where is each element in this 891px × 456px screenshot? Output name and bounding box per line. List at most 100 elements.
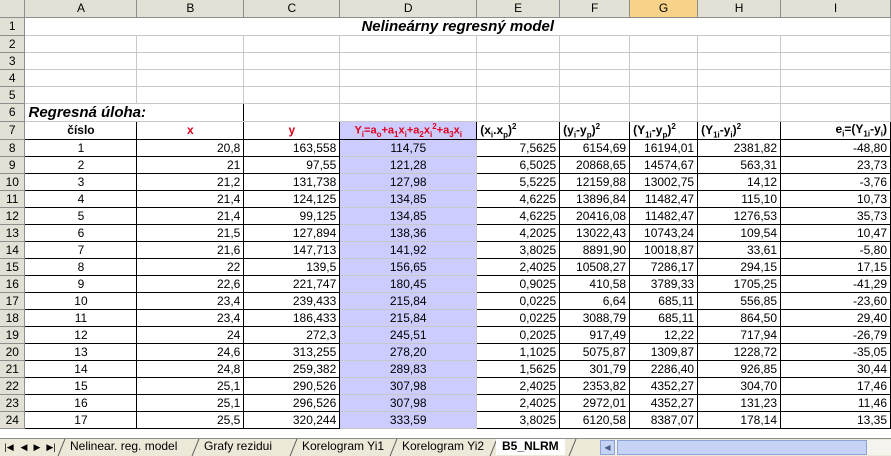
cell-xi-xp[interactable]: 1,1025 [476,342,561,361]
cell-y[interactable]: 259,382 [243,359,341,378]
cell-model[interactable]: 289,83 [339,360,478,378]
cell-x[interactable]: 21,4 [136,206,245,225]
cell-y1i-yp[interactable]: 685,11 [629,291,699,310]
cell-y1i-yi[interactable]: 1276,53 [697,206,782,225]
cell-b5[interactable] [136,86,245,104]
header-y1i-yi[interactable]: (Y1i-yi)2 [697,120,782,140]
cell-model[interactable]: 134,85 [339,207,478,225]
cell-yi-yp[interactable]: 6120,58 [559,410,631,429]
header-cislo[interactable]: číslo [24,120,138,140]
cell-residual[interactable]: 29,40 [780,308,891,327]
cell-yi-yp[interactable]: 8891,90 [559,240,631,259]
cell-cislo[interactable]: 6 [24,223,138,242]
cell-y[interactable]: 97,55 [243,155,341,174]
cell-x[interactable]: 22,6 [136,274,245,293]
row-header-24[interactable]: 24 [0,411,26,429]
cell-x[interactable]: 24,8 [136,359,245,378]
cell-residual[interactable]: -48,80 [780,138,891,157]
cell-model[interactable]: 114,75 [339,139,478,157]
horizontal-scrollbar[interactable]: ◀ [600,440,891,455]
cell-c4[interactable] [243,69,341,87]
cell-y1i-yi[interactable]: 563,31 [697,155,782,174]
column-header-d[interactable]: D [339,0,478,18]
cell-cislo[interactable]: 11 [24,308,138,327]
cell-h5[interactable] [697,86,782,104]
column-header-e[interactable]: E [476,0,561,18]
cell-xi-xp[interactable]: 0,9025 [476,274,561,293]
cell-y1i-yi[interactable]: 131,23 [697,393,782,412]
row-header-17[interactable]: 17 [0,292,26,310]
cell-a4[interactable] [24,69,138,87]
cell-y[interactable]: 139,5 [243,257,341,276]
cell-cislo[interactable]: 12 [24,325,138,344]
cell-d3[interactable] [339,52,478,70]
row-header-11[interactable]: 11 [0,190,26,208]
cell-y1i-yp[interactable]: 10743,24 [629,223,699,242]
row-header-10[interactable]: 10 [0,173,26,191]
cell-y1i-yp[interactable]: 8387,07 [629,410,699,429]
row-header-22[interactable]: 22 [0,377,26,395]
cell-i6[interactable] [780,103,891,122]
row-header-3[interactable]: 3 [0,52,26,70]
cell-yi-yp[interactable]: 2353,82 [559,376,631,395]
column-header-c[interactable]: C [243,0,341,18]
cell-y1i-yp[interactable]: 2286,40 [629,359,699,378]
scroll-thumb[interactable] [617,440,867,455]
cell-model[interactable]: 141,92 [339,241,478,259]
cell-g5[interactable] [629,86,699,104]
cell-y1i-yi[interactable]: 1705,25 [697,274,782,293]
cell-x[interactable]: 24 [136,325,245,344]
cell-yi-yp[interactable]: 13896,84 [559,189,631,208]
cell-yi-yp[interactable]: 13022,43 [559,223,631,242]
cell-model[interactable]: 127,98 [339,173,478,191]
cell-y1i-yp[interactable]: 11482,47 [629,189,699,208]
sheet-tab-3[interactable]: Korelogram Yi1 [296,439,390,455]
header-y1i-yp[interactable]: (Y1i-yp)2 [629,120,699,140]
row-header-21[interactable]: 21 [0,360,26,378]
cell-xi-xp[interactable]: 2,4025 [476,376,561,395]
cell-xi-xp[interactable]: 4,2025 [476,223,561,242]
header-residual[interactable]: ei=(Y1i-yi) [780,120,891,140]
cell-i3[interactable] [780,52,891,70]
cell-e4[interactable] [476,69,561,87]
cell-model[interactable]: 180,45 [339,275,478,293]
cell-model[interactable]: 138,36 [339,224,478,242]
cell-d6[interactable] [339,103,478,122]
cell-y1i-yp[interactable]: 7286,17 [629,257,699,276]
cell-x[interactable]: 21 [136,155,245,174]
cell-e5[interactable] [476,86,561,104]
cell-h2[interactable] [697,35,782,53]
cell-i5[interactable] [780,86,891,104]
cell-f2[interactable] [559,35,631,53]
cell-residual[interactable]: -3,76 [780,172,891,191]
sheet-tab-5[interactable]: B5_NLRM [496,439,565,455]
cell-xi-xp[interactable]: 1,5625 [476,359,561,378]
row-header-18[interactable]: 18 [0,309,26,327]
cell-h3[interactable] [697,52,782,70]
cell-residual[interactable]: 10,73 [780,189,891,208]
cell-cislo[interactable]: 5 [24,206,138,225]
cell-y[interactable]: 99,125 [243,206,341,225]
prev-sheet-icon[interactable]: ◀ [18,441,30,453]
cell-yi-yp[interactable]: 301,79 [559,359,631,378]
row-header-15[interactable]: 15 [0,258,26,276]
row-header-13[interactable]: 13 [0,224,26,242]
cell-x[interactable]: 22 [136,257,245,276]
cell-y[interactable]: 272,3 [243,325,341,344]
cell-cislo[interactable]: 17 [24,410,138,429]
header-y[interactable]: y [243,120,341,140]
header-x[interactable]: x [136,120,245,140]
cell-cislo[interactable]: 8 [24,257,138,276]
row-header-2[interactable]: 2 [0,35,26,53]
cell-yi-yp[interactable]: 12159,88 [559,172,631,191]
cell-xi-xp[interactable]: 4,6225 [476,189,561,208]
cell-residual[interactable]: -35,05 [780,342,891,361]
cell-y1i-yi[interactable]: 294,15 [697,257,782,276]
sheet-tab-1[interactable]: Nelinear. reg. model [64,439,183,455]
cell-f6[interactable] [559,103,631,122]
row-header-1[interactable]: 1 [0,17,26,36]
cell-x[interactable]: 23,4 [136,308,245,327]
cell-cislo[interactable]: 16 [24,393,138,412]
column-header-f[interactable]: F [559,0,631,18]
cell-residual[interactable]: 10,47 [780,223,891,242]
